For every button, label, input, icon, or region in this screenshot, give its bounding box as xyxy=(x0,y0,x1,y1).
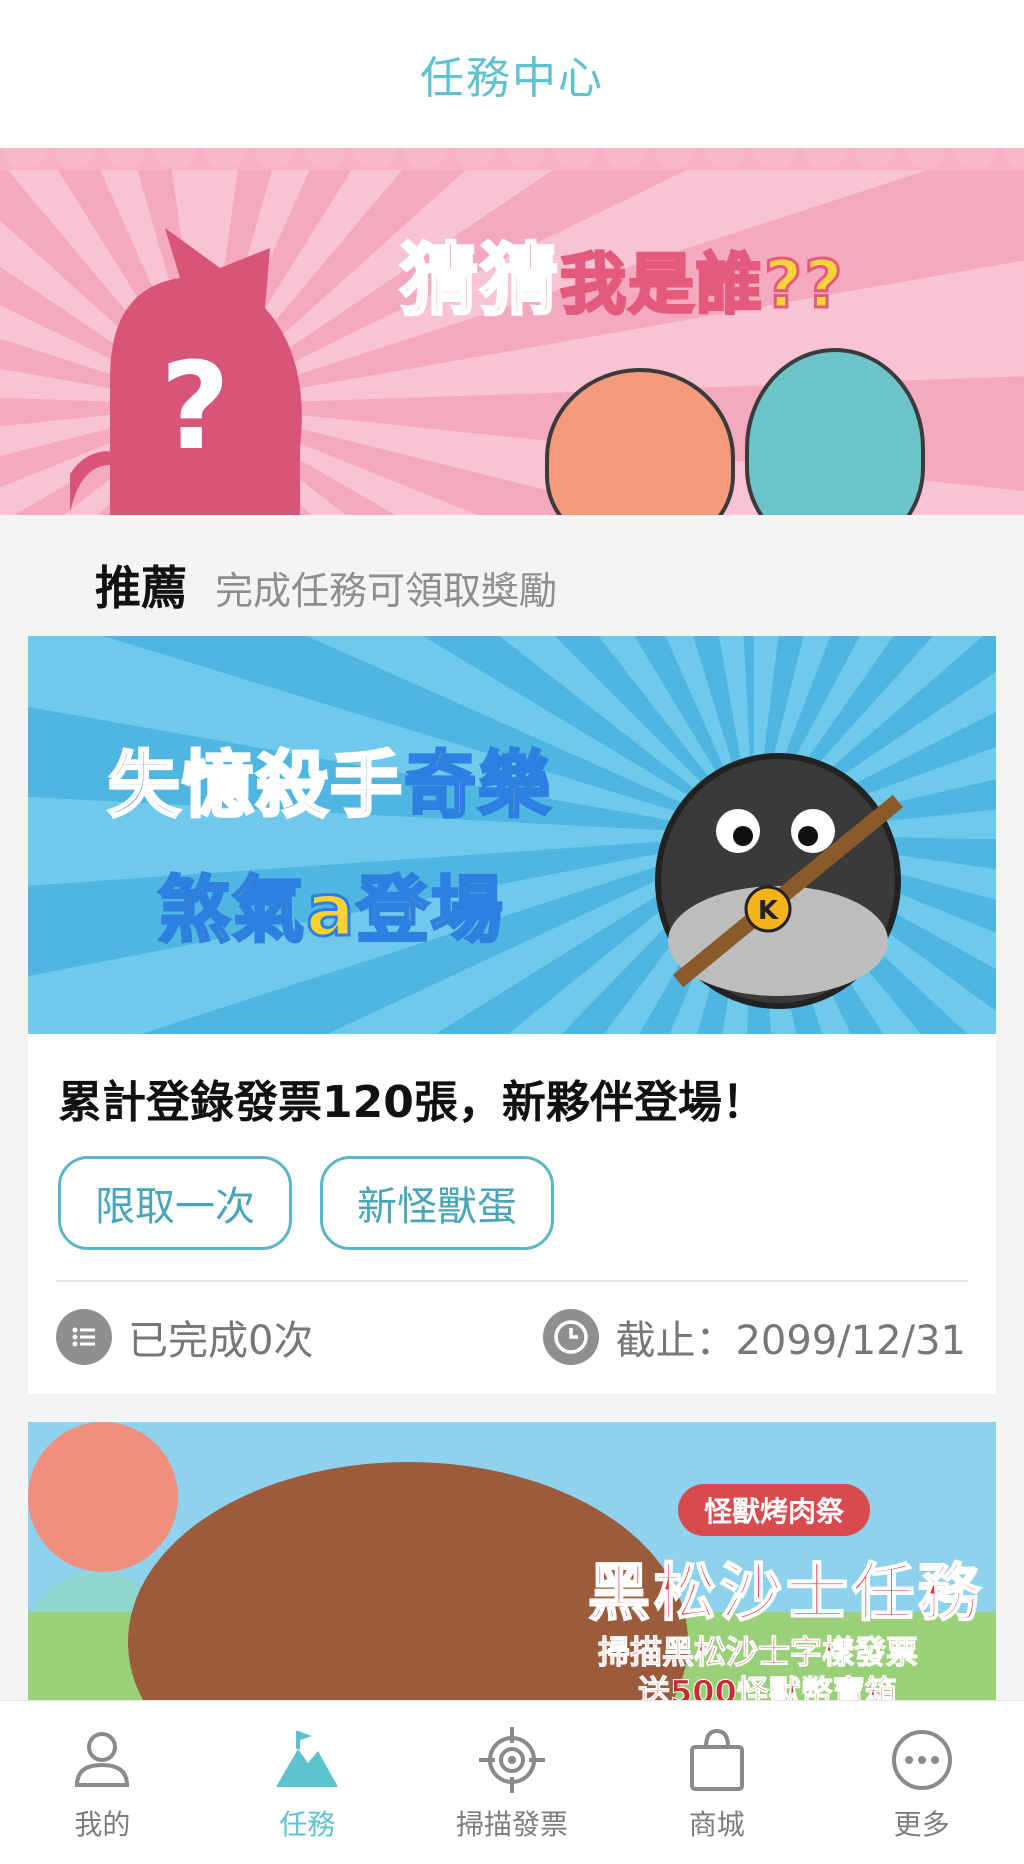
nav-label-mine: 我的 xyxy=(74,1808,131,1841)
shopping-bag-icon xyxy=(689,1728,744,1791)
task-image-line1-part2: 奇樂 xyxy=(403,742,553,829)
more-icon xyxy=(891,1730,952,1790)
deadline-date: 截止：2099/12/31 xyxy=(615,1318,966,1364)
orange-monster-illustration xyxy=(545,368,735,515)
event-badge: 怪獸烤肉祭 xyxy=(678,1484,871,1536)
deadline-info: 截止：2099/12/31 xyxy=(543,1308,966,1366)
svg-text:?: ? xyxy=(160,338,230,477)
task-card-image[interactable]: 失憶殺手奇樂 煞氣a登場 K xyxy=(28,636,996,1034)
svg-text:K: K xyxy=(758,896,779,926)
hero-banner[interactable]: ? 猜猜我是誰?? xyxy=(0,148,1024,515)
user-icon xyxy=(75,1732,130,1787)
task-title: 累計登錄發票120張，新夥伴登場！ xyxy=(58,1077,766,1128)
hero-title-suffix: ?? xyxy=(763,245,845,325)
blue-monster-illustration xyxy=(745,348,925,515)
nav-label-scan: 掃描發票 xyxy=(455,1808,568,1841)
bottom-nav: 我的 任務 掃描發票 商城 更多 xyxy=(0,1700,1024,1864)
task-card[interactable]: 失憶殺手奇樂 煞氣a登場 K 累計登錄發票120張，新夥伴登場！ 限取一次 新怪… xyxy=(28,636,996,1394)
hero-title-accent: 我是誰 xyxy=(559,245,765,325)
nav-label-more: 更多 xyxy=(893,1808,950,1841)
section-title: 推薦 xyxy=(95,561,187,615)
nav-item-tasks[interactable]: 任務 xyxy=(205,1701,410,1864)
task-image-line1: 失憶殺手奇樂 xyxy=(106,726,553,831)
nav-item-mine[interactable]: 我的 xyxy=(0,1701,205,1864)
nav-label-shop: 商城 xyxy=(688,1808,745,1841)
task-tags: 限取一次 新怪獸蛋 xyxy=(58,1156,554,1250)
pink-monster-illustration xyxy=(28,1422,178,1572)
completion-count: 已完成0次 xyxy=(128,1318,314,1364)
card-divider xyxy=(56,1280,968,1282)
clock-icon xyxy=(543,1309,600,1365)
ninja-monster-illustration: K xyxy=(655,753,904,1009)
nav-item-scan[interactable]: 掃描發票 xyxy=(410,1701,615,1864)
task2-title: 黑松沙士任務 xyxy=(587,1555,985,1630)
mystery-silhouette-icon: ? xyxy=(70,228,302,515)
nav-item-shop[interactable]: 商城 xyxy=(614,1701,819,1864)
list-icon xyxy=(56,1309,112,1365)
top-header: 任務中心 xyxy=(0,0,1024,148)
hero-title: 猜猜我是誰?? xyxy=(398,218,845,330)
target-icon xyxy=(478,1727,545,1793)
nav-item-more[interactable]: 更多 xyxy=(819,1701,1024,1864)
banner-lace-scallop xyxy=(0,148,1024,194)
task2-line2: 送500怪獸幣寶箱 xyxy=(638,1673,898,1703)
tag-new-monster-egg: 新怪獸蛋 xyxy=(320,1156,554,1250)
task-image-line1-part1: 失憶殺手 xyxy=(106,742,405,829)
completion-info: 已完成0次 xyxy=(56,1308,313,1366)
tag-limit-once: 限取一次 xyxy=(58,1156,292,1250)
page-title: 任務中心 xyxy=(420,53,604,104)
section-subtitle: 完成任務可領取獎勵 xyxy=(215,569,558,613)
recommended-section-header: 推薦 完成任務可領取獎勵 xyxy=(95,552,557,618)
hero-title-main: 猜猜 xyxy=(398,235,561,328)
nav-label-tasks: 任務 xyxy=(279,1808,336,1841)
mountain-flag-icon xyxy=(276,1731,339,1787)
task-card-2[interactable]: 怪獸烤肉祭 黑松沙士任務 掃描黑松沙士字樣發票 送500怪獸幣寶箱 xyxy=(28,1422,996,1702)
task-image-line2: 煞氣a登場 xyxy=(157,867,505,954)
